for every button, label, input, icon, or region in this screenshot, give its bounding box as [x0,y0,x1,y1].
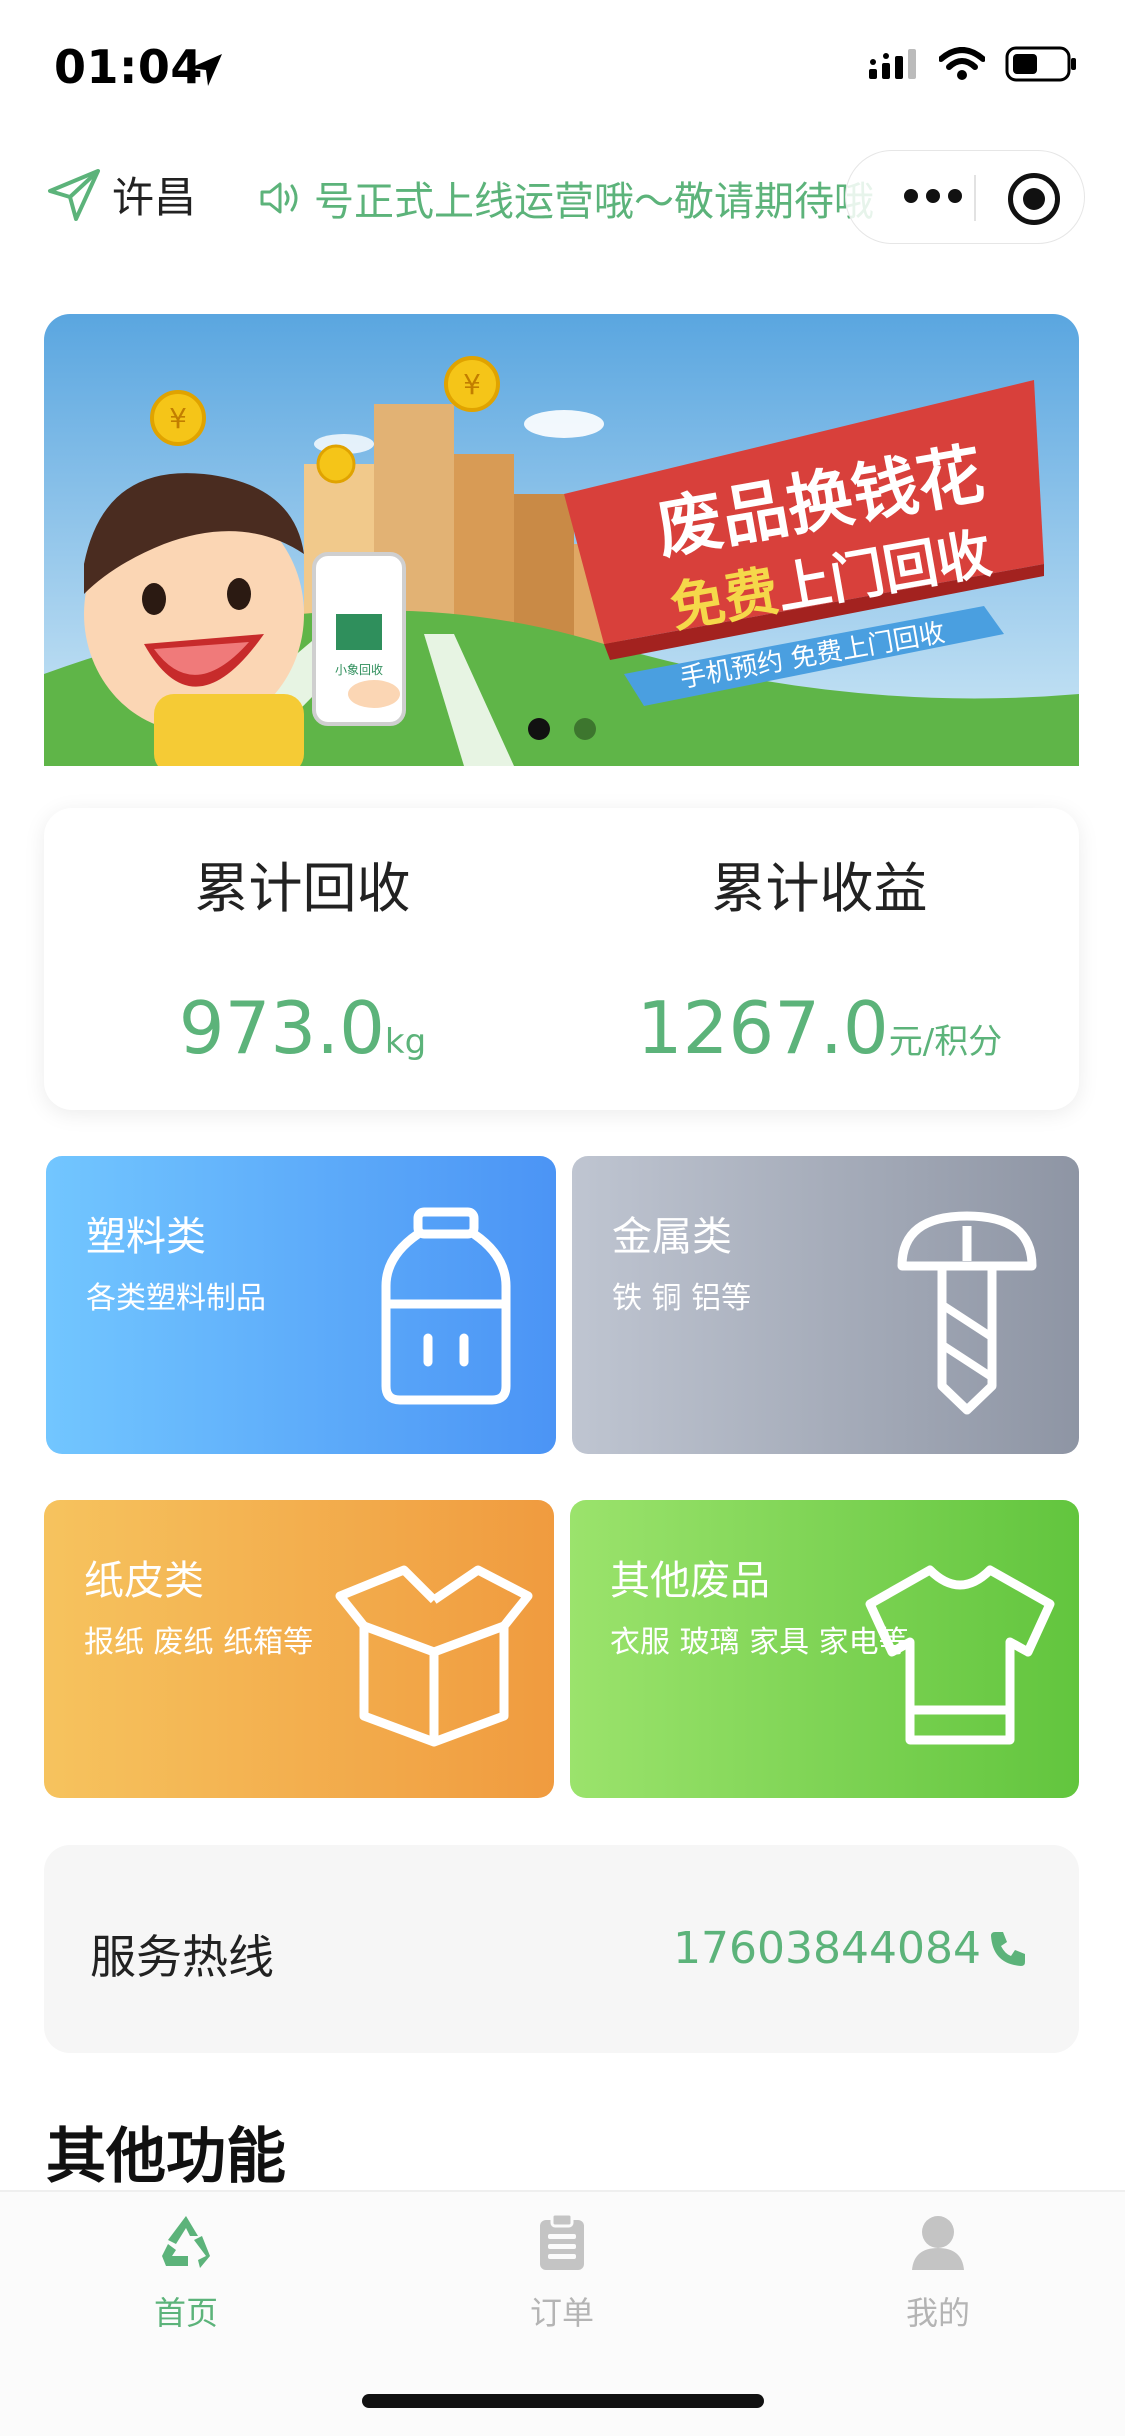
status-time: 01:04 [54,40,203,94]
top-nav: 许昌 号正式上线运营哦～敬请期待哦 [0,150,1125,250]
other-functions-title: 其他功能 [46,2122,286,2192]
location-arrow-icon [190,54,222,86]
banner-dot-2[interactable] [573,718,596,740]
user-icon [912,2216,964,2270]
screw-icon [897,1211,1037,1415]
banner-pagination [44,718,1079,740]
wifi-icon [939,47,985,80]
city-name: 许昌 [112,173,197,222]
notice-marquee[interactable]: 号正式上线运营哦～敬请期待哦 [258,166,898,230]
category-other-title: 其他废品 [610,1558,770,1604]
tab-home-label: 首页 [153,2294,218,2332]
svg-text:¥: ¥ [169,402,187,435]
stat-recycled: 累计回收 973.0kg [44,808,561,1110]
city-selector[interactable]: 许昌 [46,164,196,225]
tab-orders[interactable]: 订单 [462,2210,662,2334]
phone-icon [991,1931,1025,1966]
stat-recycled-value: 973.0kg [44,986,561,1070]
category-metal-subtitle: 铁 铜 铝等 [612,1281,752,1316]
category-other[interactable]: 其他废品 衣服 玻璃 家具 家电等 [570,1500,1079,1798]
tab-mine-label: 我的 [905,2294,970,2332]
shirt-icon [865,1565,1055,1745]
status-bar: 01:04 [0,0,1125,140]
miniprogram-capsule [845,150,1085,244]
hotline-phone-link[interactable]: 17603844084 [673,1923,1029,1974]
stat-earnings: 累计收益 1267.0元/积分 [561,808,1078,1110]
tab-orders-label: 订单 [529,2294,594,2332]
stat-earnings-unit: 元/积分 [888,1022,1003,1062]
more-menu-icon[interactable] [904,189,962,203]
service-hotline[interactable]: 服务热线 17603844084 [44,1845,1079,2053]
svg-text:¥: ¥ [463,368,481,401]
stat-earnings-title: 累计收益 [711,857,928,920]
status-icons [869,46,1077,82]
hotline-number: 17603844084 [673,1923,981,1974]
stat-recycled-number: 973.0 [178,986,385,1070]
category-paper[interactable]: 纸皮类 报纸 废纸 纸箱等 [44,1500,554,1798]
banner-phone-label: 小象回收 [335,663,383,677]
send-location-icon [48,168,100,221]
banner-illustration: ¥ ¥ 小象回收 废品换钱花 免费上门回收 手机预约 免费上门回收 [44,314,1079,766]
battery-icon [1005,46,1076,82]
bottle-icon [381,1207,511,1405]
banner-dot-1[interactable] [527,718,550,740]
capsule-divider [974,175,976,221]
home-indicator[interactable] [362,2394,764,2408]
category-metal[interactable]: 金属类 铁 铜 铝等 [572,1156,1079,1454]
category-plastic-title: 塑料类 [86,1214,206,1260]
hotline-label: 服务热线 [90,1930,274,1984]
tab-mine[interactable]: 我的 [838,2210,1038,2334]
stat-earnings-value: 1267.0元/积分 [561,986,1078,1070]
promo-banner[interactable]: ¥ ¥ 小象回收 废品换钱花 免费上门回收 手机预约 免费上门回收 [44,314,1079,766]
box-icon [335,1565,533,1747]
clipboard-icon [540,2212,584,2270]
signal-icon [869,49,916,79]
stat-earnings-number: 1267.0 [636,986,889,1070]
category-plastic[interactable]: 塑料类 各类塑料制品 [46,1156,556,1454]
stats-card: 累计回收 973.0kg 累计收益 1267.0元/积分 [44,808,1079,1110]
close-miniprogram-icon[interactable] [1008,173,1060,225]
stat-recycled-unit: kg [384,1022,427,1062]
recycle-icon [162,2216,210,2268]
category-metal-title: 金属类 [612,1214,732,1260]
speaker-icon [260,182,298,214]
tab-home[interactable]: 首页 [86,2210,286,2334]
stat-recycled-title: 累计回收 [194,857,411,920]
notice-text: 号正式上线运营哦～敬请期待哦 [314,179,874,225]
category-paper-title: 纸皮类 [84,1558,204,1604]
category-plastic-subtitle: 各类塑料制品 [86,1281,266,1316]
